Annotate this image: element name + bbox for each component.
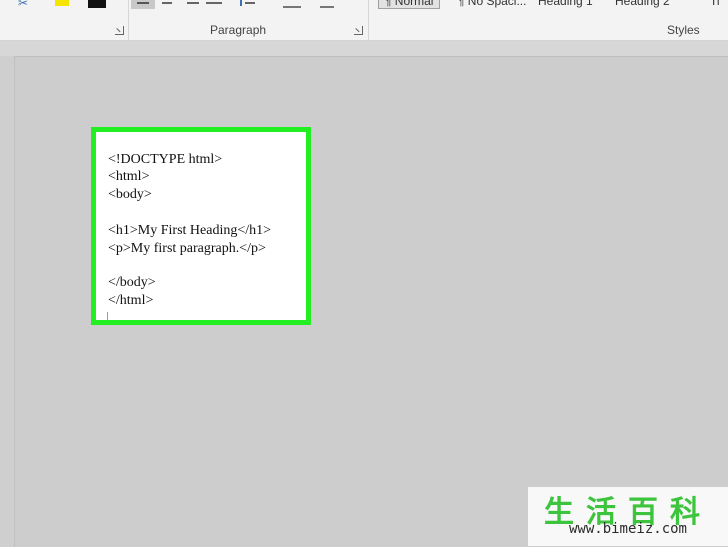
code-line: </html> <box>108 293 154 308</box>
workspace-margin <box>0 41 728 56</box>
code-line: <body> <box>108 187 152 202</box>
ribbon-separator <box>128 0 129 40</box>
code-line: <html> <box>108 169 150 184</box>
borders-icon[interactable] <box>320 0 334 8</box>
styles-gallery: ¶ Normal ¶ No Spaci... Heading 1 Heading… <box>370 0 728 10</box>
text-highlight-icon[interactable] <box>55 0 69 6</box>
font-dialog-launcher-icon[interactable] <box>115 26 124 35</box>
style-heading-1[interactable]: Heading 1 <box>538 0 593 8</box>
align-center-icon[interactable] <box>160 0 174 6</box>
style-no-spacing[interactable]: ¶ No Spaci... <box>458 0 526 8</box>
line-spacing-icon[interactable] <box>240 0 256 6</box>
ribbon: ✂ Paragraph ¶ Normal ¶ No Spaci... Headi… <box>0 0 728 41</box>
align-right-icon[interactable] <box>185 0 199 6</box>
style-normal[interactable]: ¶ Normal <box>378 0 441 9</box>
paragraph-group-label: Paragraph <box>210 23 267 37</box>
align-left-icon[interactable] <box>131 0 155 9</box>
watermark-url: www.bimeiz.com <box>568 521 687 537</box>
code-line: <h1>My First Heading</h1> <box>108 223 272 238</box>
paragraph-dialog-launcher-icon[interactable] <box>354 26 363 35</box>
code-line: <!DOCTYPE html> <box>108 152 223 167</box>
font-color-icon[interactable] <box>88 0 106 8</box>
justify-icon[interactable] <box>206 0 222 6</box>
shading-icon[interactable] <box>283 0 301 8</box>
cut-icon[interactable]: ✂ <box>18 0 36 6</box>
ribbon-separator <box>368 0 369 40</box>
code-line: <p>My first paragraph.</p> <box>108 241 266 256</box>
style-heading-2[interactable]: Heading 2 <box>615 0 670 8</box>
highlighted-code-block[interactable]: <!DOCTYPE html> <html> <body> <h1>My Fir… <box>91 127 311 325</box>
watermark: 生活百科 www.bimeiz.com <box>528 487 728 546</box>
styles-group-label: Styles <box>667 23 700 37</box>
text-cursor <box>107 312 108 324</box>
code-line: </body> <box>108 275 156 290</box>
style-title[interactable]: Ti <box>710 0 720 8</box>
